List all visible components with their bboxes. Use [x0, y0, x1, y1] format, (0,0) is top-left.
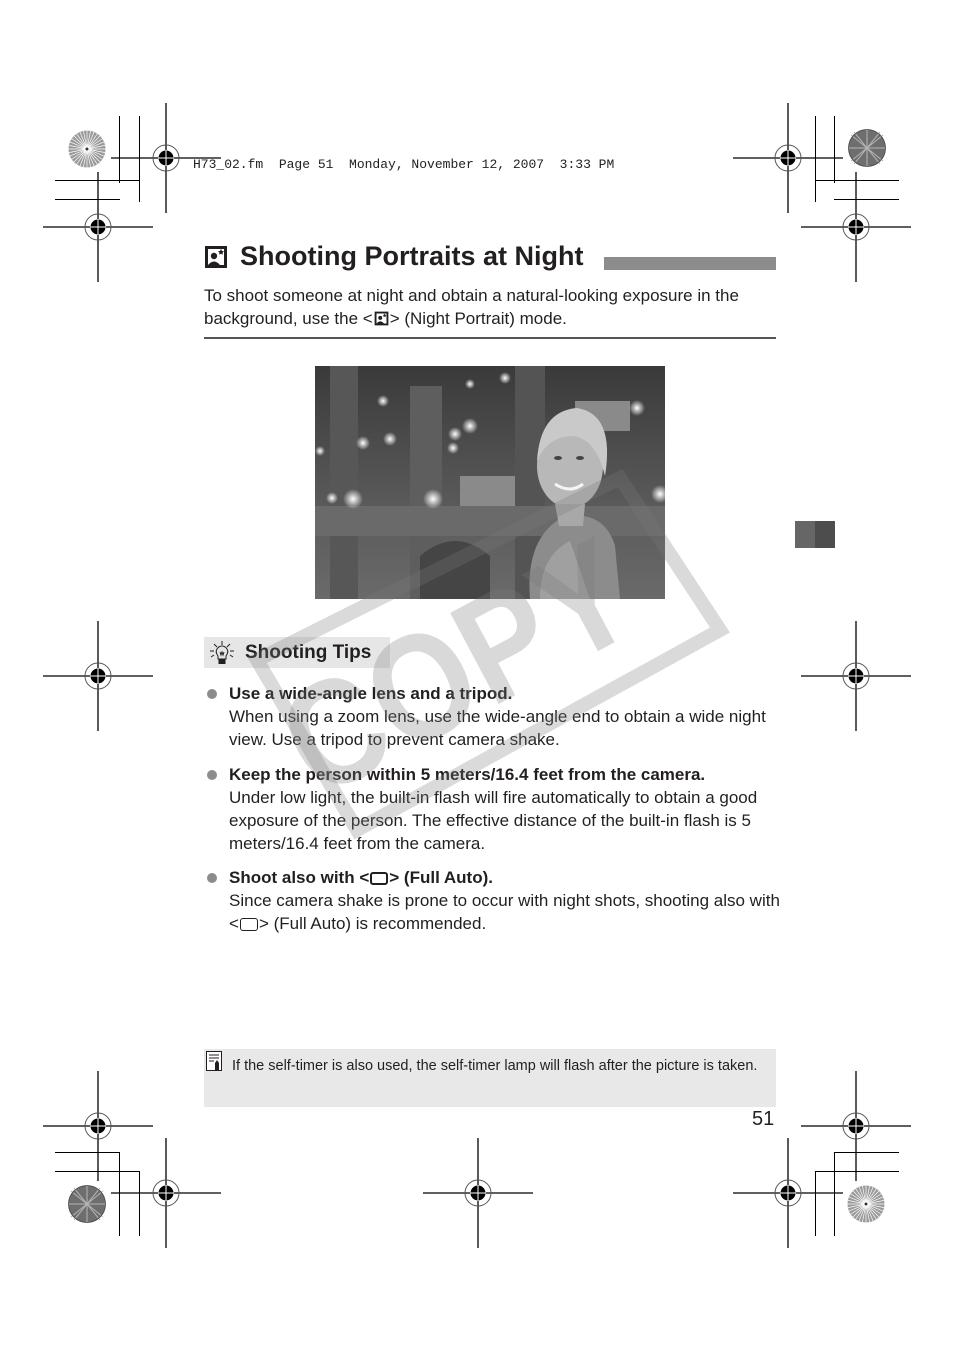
tip-item: Shoot also with < > (Full Auto). Since ca…: [204, 866, 784, 935]
lightbulb-icon: [210, 640, 234, 664]
registration-mark: [43, 172, 153, 282]
registration-mark: [423, 1138, 533, 1248]
tab-block: [815, 521, 835, 548]
tip-item: Keep the person within 5 meters/16.4 fee…: [204, 763, 784, 855]
full-auto-icon: [370, 872, 389, 885]
title-bar-decoration: [604, 257, 776, 270]
registration-mark: [43, 621, 153, 731]
registration-mark: [801, 621, 911, 731]
chapter-tab-marker: [795, 521, 835, 548]
tip-heading-text: Shoot also with <: [229, 868, 370, 887]
tab-block: [795, 521, 815, 548]
night-portrait-icon: [205, 245, 227, 268]
night-portrait-photo: [315, 366, 665, 599]
registration-mark: [733, 1138, 843, 1248]
tip-body-text: > (Full Auto) is recommended.: [258, 914, 487, 933]
tip-body: Since camera shake is prone to occur wit…: [229, 889, 784, 935]
intro-paragraph: To shoot someone at night and obtain a n…: [204, 284, 784, 330]
print-slug: H73_02.fm Page 51 Monday, November 12, 2…: [193, 157, 615, 172]
shooting-tips-title: Shooting Tips: [245, 641, 372, 663]
page-number: 51: [752, 1108, 775, 1130]
bullet-icon: [207, 770, 217, 780]
intro-text: > (Night Portrait) mode.: [389, 309, 567, 328]
bullet-icon: [207, 873, 217, 883]
section-divider: [204, 337, 776, 339]
memo-icon: [206, 1051, 222, 1071]
bullet-icon: [207, 689, 217, 699]
starburst-target-icon: [68, 130, 106, 168]
tip-body: Under low light, the built-in flash will…: [229, 788, 758, 853]
full-auto-icon: [239, 918, 258, 931]
shooting-tips-heading: Shooting Tips: [204, 637, 390, 668]
tip-heading: Use a wide-angle lens and a tripod.: [229, 684, 513, 703]
registration-mark: [801, 172, 911, 282]
page-title-text: Shooting Portraits at Night: [240, 241, 584, 271]
tip-body: When using a zoom lens, use the wide-ang…: [229, 707, 766, 749]
tip-heading: Shoot also with < > (Full Auto).: [229, 866, 784, 889]
registration-mark: [111, 1138, 221, 1248]
moire-target-icon: [848, 129, 886, 167]
tip-item: Use a wide-angle lens and a tripod. When…: [204, 682, 784, 751]
photo-illustration: [315, 366, 665, 599]
note-text: If the self-timer is also used, the self…: [232, 1058, 758, 1074]
moire-target-icon: [68, 1185, 106, 1223]
note-box: If the self-timer is also used, the self…: [204, 1049, 776, 1107]
page-title: Shooting Portraits at Night: [204, 241, 584, 272]
night-portrait-icon: [374, 311, 389, 326]
tip-heading: Keep the person within 5 meters/16.4 fee…: [229, 765, 706, 784]
tip-heading-text: > (Full Auto).: [389, 868, 493, 887]
starburst-target-icon: [847, 1185, 885, 1223]
